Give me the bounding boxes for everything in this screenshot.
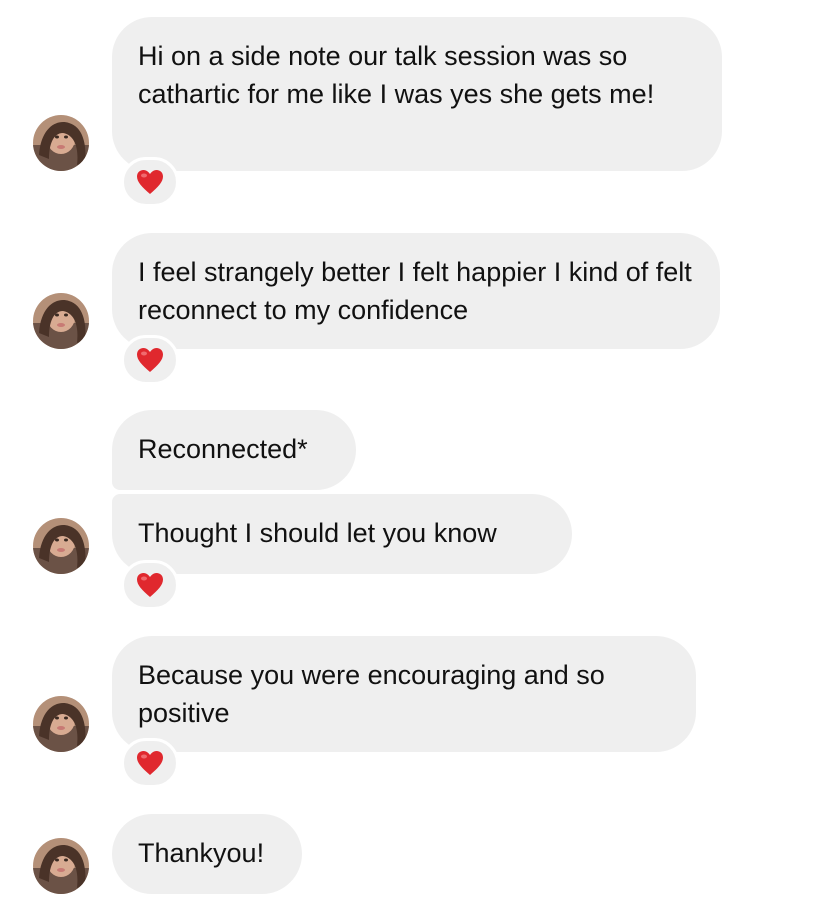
heart-icon [137, 573, 163, 597]
message-text: Reconnected* [138, 434, 308, 464]
message-bubble[interactable]: Thankyou! [112, 814, 302, 894]
reaction-badge[interactable] [121, 157, 179, 207]
message-bubble[interactable]: Hi on a side note our talk session was s… [112, 17, 722, 171]
avatar-photo [33, 696, 89, 752]
message-text: Hi on a side note our talk session was s… [138, 41, 655, 109]
message-text: I feel strangely better I felt happier I… [138, 257, 692, 325]
avatar-photo [33, 838, 89, 894]
message-bubble[interactable]: Because you were encouraging and so posi… [112, 636, 696, 752]
heart-icon [137, 751, 163, 775]
message-text: Thought I should let you know [138, 518, 497, 548]
heart-icon [137, 348, 163, 372]
avatar[interactable] [33, 696, 89, 752]
reaction-badge[interactable] [121, 560, 179, 610]
avatar[interactable] [33, 115, 89, 171]
avatar-photo [33, 293, 89, 349]
message-text: Thankyou! [138, 838, 265, 868]
message-text: Because you were encouraging and so posi… [138, 660, 605, 728]
reaction-badge[interactable] [121, 738, 179, 788]
heart-icon [137, 170, 163, 194]
message-bubble[interactable]: Thought I should let you know [112, 494, 572, 574]
avatar-photo [33, 115, 89, 171]
reaction-badge[interactable] [121, 335, 179, 385]
avatar[interactable] [33, 293, 89, 349]
avatar[interactable] [33, 518, 89, 574]
message-bubble[interactable]: I feel strangely better I felt happier I… [112, 233, 720, 349]
avatar[interactable] [33, 838, 89, 894]
avatar-photo [33, 518, 89, 574]
message-bubble[interactable]: Reconnected* [112, 410, 356, 490]
